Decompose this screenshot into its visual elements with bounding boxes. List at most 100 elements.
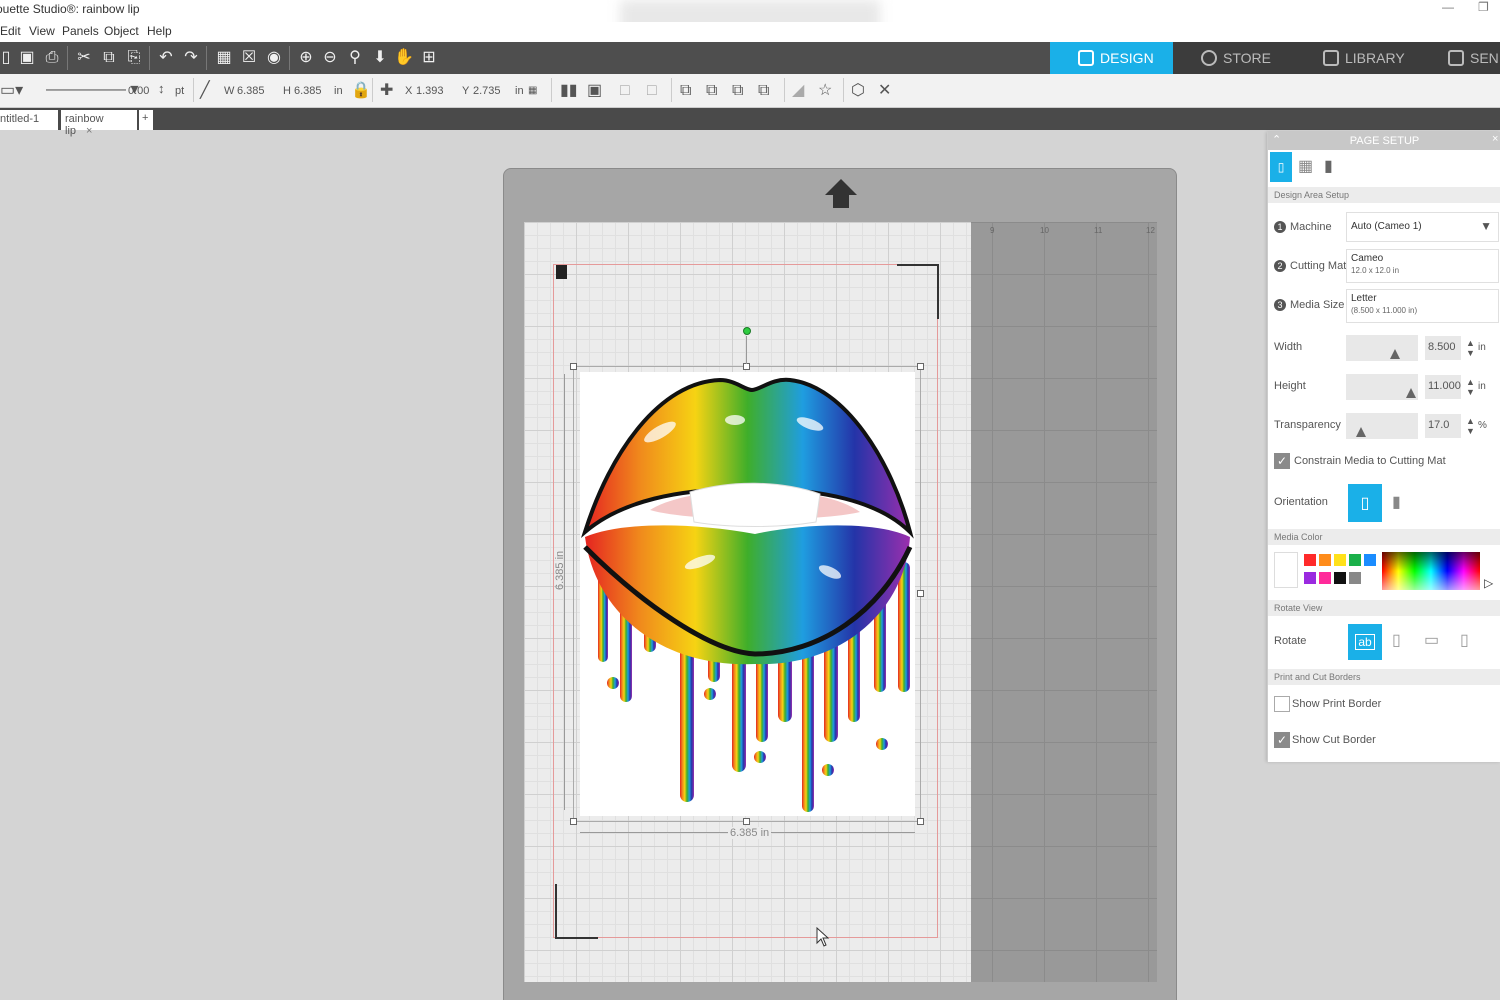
resize-handle[interactable]: [570, 363, 577, 370]
shape-fill-icon[interactable]: ▭▾: [0, 82, 23, 100]
y-input[interactable]: 2.735: [473, 85, 501, 97]
media-color-swatch[interactable]: [1319, 554, 1331, 566]
resize-handle[interactable]: [917, 363, 924, 370]
width-input[interactable]: 6.385: [237, 85, 265, 97]
machine-select[interactable]: Auto (Cameo 1) ▼: [1346, 212, 1499, 242]
media-color-swatch[interactable]: [1349, 572, 1361, 584]
landscape-orientation-button[interactable]: ▮: [1392, 492, 1401, 512]
select-all-icon[interactable]: ▦: [214, 48, 234, 68]
transparency-input[interactable]: 17.0: [1425, 414, 1461, 438]
undo-icon[interactable]: ↶: [156, 48, 176, 68]
cutting-mat-select[interactable]: Cameo 12.0 x 12.0 in: [1346, 249, 1499, 283]
bring-to-front-icon[interactable]: ⧉: [680, 82, 691, 100]
paste-icon[interactable]: ⎘: [124, 48, 144, 68]
collapse-icon[interactable]: ⌃: [1272, 133, 1281, 146]
transparency-slider[interactable]: [1346, 413, 1418, 439]
height-slider[interactable]: [1346, 374, 1418, 400]
transparency-stepper[interactable]: ▲ ▼: [1466, 416, 1475, 436]
ungroup-icon[interactable]: □: [647, 82, 657, 100]
menu-view[interactable]: View: [29, 24, 55, 38]
width-slider[interactable]: [1346, 335, 1418, 361]
resize-handle[interactable]: [570, 818, 577, 825]
media-color-swatch[interactable]: [1334, 572, 1346, 584]
width-input[interactable]: 8.500: [1425, 336, 1461, 360]
line-width-value[interactable]: 0.00: [128, 85, 149, 97]
rotate-90-button[interactable]: ▯: [1392, 630, 1401, 650]
tab-library[interactable]: LIBRARY: [1295, 42, 1420, 74]
show-cut-border-checkbox[interactable]: ✓: [1274, 732, 1290, 748]
resize-handle[interactable]: [917, 818, 924, 825]
height-input[interactable]: 6.385: [294, 85, 322, 97]
lock-icon[interactable]: 🔒: [351, 82, 371, 100]
open-icon[interactable]: ▯: [0, 48, 16, 68]
media-color-swatch[interactable]: [1319, 572, 1331, 584]
color-spectrum-picker[interactable]: [1382, 552, 1480, 590]
background-tab-icon[interactable]: ▮: [1324, 156, 1333, 176]
select-by-color-icon[interactable]: ◉: [264, 48, 284, 68]
doc-tab-untitled[interactable]: ntitled-1: [0, 110, 58, 130]
rotate-270-button[interactable]: ▯: [1460, 630, 1469, 650]
zoom-in-icon[interactable]: ⊕: [296, 48, 316, 68]
group-icon[interactable]: □: [620, 82, 630, 100]
line-style-dropdown[interactable]: ————— ▾: [46, 81, 138, 99]
move-down-icon[interactable]: ⬇: [370, 48, 390, 68]
page-setup-tab-icon[interactable]: ▯: [1270, 152, 1292, 182]
copy-icon[interactable]: ⧉: [99, 48, 119, 68]
send-backward-icon[interactable]: ⧉: [732, 82, 743, 100]
new-tab-button[interactable]: +: [139, 110, 153, 130]
media-color-swatch[interactable]: [1304, 572, 1316, 584]
doc-tab-rainbow-lip[interactable]: rainbow lip ×: [61, 110, 137, 137]
media-color-swatch[interactable]: [1349, 554, 1361, 566]
print-icon[interactable]: ⎙: [42, 48, 62, 68]
pan-hand-icon[interactable]: ✋: [394, 48, 414, 68]
menu-object[interactable]: Object: [104, 24, 139, 38]
menu-edit[interactable]: Edit: [0, 24, 21, 38]
portrait-orientation-button[interactable]: ▯: [1348, 484, 1382, 522]
star-icon[interactable]: ☆: [818, 82, 832, 100]
cut-icon[interactable]: ✂: [74, 48, 94, 68]
constrain-media-checkbox[interactable]: ✓: [1274, 453, 1290, 469]
restore-icon[interactable]: ❐: [1478, 0, 1489, 14]
save-icon[interactable]: ▣: [17, 48, 37, 68]
tab-store[interactable]: STORE: [1173, 42, 1295, 74]
eraser-icon[interactable]: ◢: [792, 82, 804, 100]
bring-forward-icon[interactable]: ⧉: [706, 82, 717, 100]
rotate-180-button[interactable]: ▭: [1424, 630, 1439, 650]
width-stepper[interactable]: ▲ ▼: [1466, 338, 1475, 358]
show-print-border-checkbox[interactable]: [1274, 696, 1290, 712]
fit-page-icon[interactable]: ⊞: [419, 48, 439, 68]
menu-help[interactable]: Help: [147, 24, 172, 38]
height-stepper[interactable]: ▲ ▼: [1466, 377, 1475, 397]
deselect-icon[interactable]: ☒: [239, 48, 259, 68]
resize-handle[interactable]: [743, 818, 750, 825]
close-x-icon[interactable]: ✕: [878, 82, 891, 100]
send-to-back-icon[interactable]: ⧉: [758, 82, 769, 100]
anchor-point-icon[interactable]: ▦: [528, 82, 537, 100]
media-color-swatch[interactable]: [1364, 554, 1376, 566]
media-size-select[interactable]: Letter (8.500 x 11.000 in): [1346, 289, 1499, 323]
resize-handle[interactable]: [917, 590, 924, 597]
3d-shape-icon[interactable]: ⬡: [851, 82, 865, 100]
pencil-icon[interactable]: ╱: [200, 82, 210, 100]
height-input[interactable]: 11.000: [1425, 375, 1461, 399]
x-input[interactable]: 1.393: [416, 85, 444, 97]
center-to-page-icon[interactable]: ▣: [587, 82, 602, 100]
media-color-white-swatch[interactable]: [1274, 552, 1298, 588]
rotate-handle[interactable]: [743, 327, 751, 335]
minimize-icon[interactable]: —: [1442, 0, 1454, 14]
menu-panels[interactable]: Panels: [62, 24, 99, 38]
media-color-swatch[interactable]: [1334, 554, 1346, 566]
resize-handle[interactable]: [743, 363, 750, 370]
tab-send[interactable]: SEN: [1420, 42, 1500, 74]
rotate-0-button[interactable]: ab: [1348, 624, 1382, 660]
zoom-selection-icon[interactable]: ⚲: [345, 48, 365, 68]
align-icon[interactable]: ▮▮: [560, 82, 578, 100]
grid-tab-icon[interactable]: ▦: [1298, 156, 1313, 176]
close-tab-icon[interactable]: ×: [86, 125, 92, 137]
redo-icon[interactable]: ↷: [181, 48, 201, 68]
line-width-stepper[interactable]: ↕: [158, 81, 165, 96]
tab-design[interactable]: DESIGN: [1050, 42, 1173, 74]
close-panel-icon[interactable]: ×: [1492, 133, 1498, 145]
zoom-out-icon[interactable]: ⊖: [320, 48, 340, 68]
rainbow-lips-image[interactable]: [580, 372, 915, 816]
